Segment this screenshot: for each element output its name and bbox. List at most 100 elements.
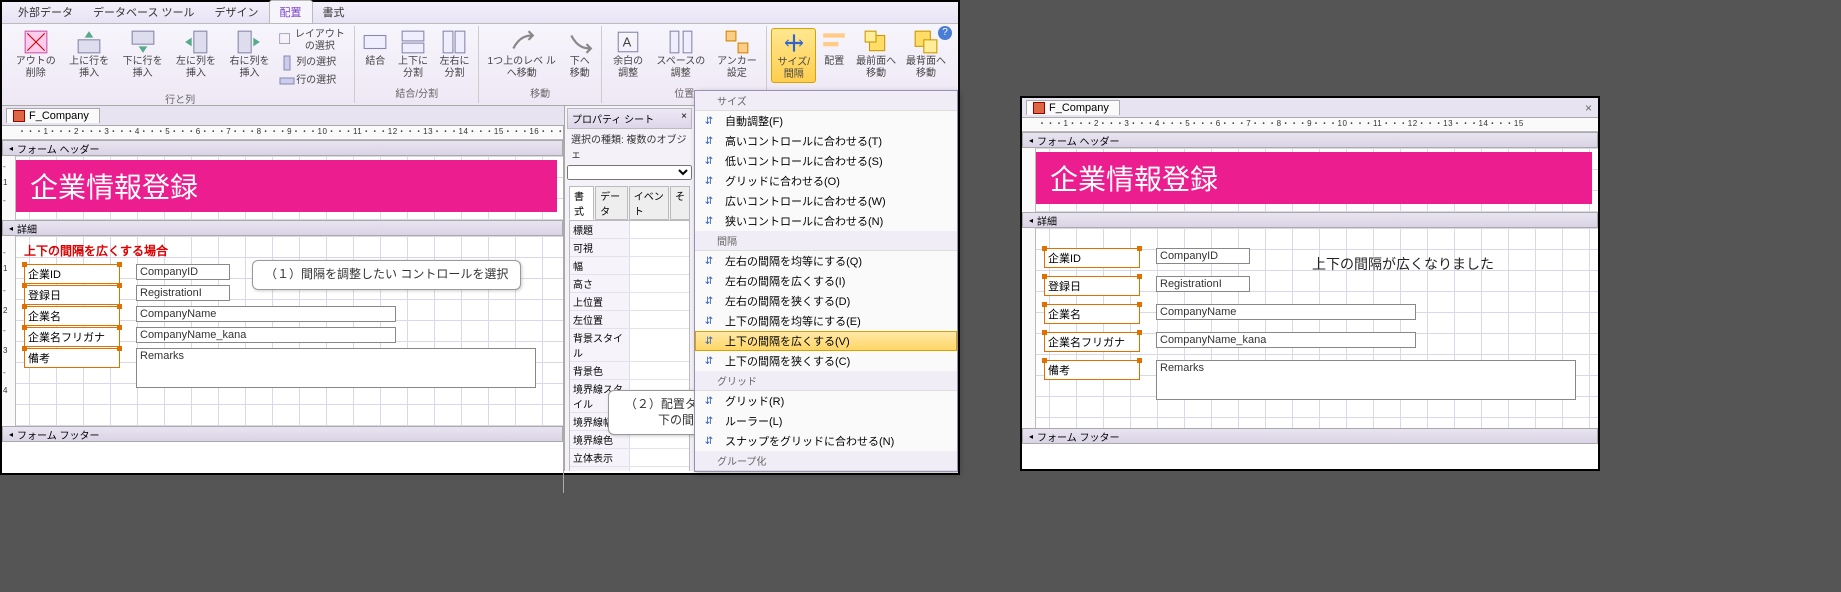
prop-tab-other[interactable]: そ (670, 186, 690, 220)
dd-item[interactable]: ⇵左右の間隔を狭くする(D) (695, 291, 957, 311)
label-company-id[interactable]: 企業ID (24, 264, 120, 284)
align-button[interactable]: 配置 (818, 28, 850, 69)
group-label-merge: 結合/分割 (395, 84, 438, 101)
move-up-level-button[interactable]: 1つ上のレベ ルへ移動 (483, 28, 560, 81)
textbox-reg-date[interactable]: RegistrationI (136, 285, 230, 301)
prop-tab-data[interactable]: データ (595, 186, 628, 220)
textbox-company-id[interactable]: CompanyID (136, 264, 230, 280)
document-tab-r[interactable]: F_Company (1026, 100, 1120, 115)
form-header-grid[interactable]: -1- 企業情報登録 (2, 156, 563, 220)
section-form-footer[interactable]: フォーム フッター (2, 426, 563, 442)
insert-row-above-button[interactable]: 上に行を 挿入 (63, 28, 114, 81)
prop-row[interactable]: 標題 (570, 221, 689, 239)
textbox-company-id-r[interactable]: CompanyID (1156, 248, 1250, 264)
anchor-button[interactable]: アンカー 設定 (712, 28, 763, 81)
annotation-red: 上下の間隔を広くする場合 (24, 242, 168, 259)
prop-row[interactable]: 左位置 (570, 311, 689, 329)
tab-arrange[interactable]: 配置 (269, 0, 313, 23)
section-detail[interactable]: 詳細 (2, 220, 563, 236)
split-h-button[interactable]: 左右に 分割 (435, 28, 474, 81)
bring-front-button[interactable]: 最前面へ 移動 (852, 28, 900, 81)
label-company-id-r[interactable]: 企業ID (1044, 248, 1140, 268)
prop-tab-format[interactable]: 書式 (569, 186, 594, 220)
insert-row-below-button[interactable]: 下に行を 挿入 (117, 28, 168, 81)
dd-item[interactable]: ⇵左右の間隔を均等にする(Q) (695, 251, 957, 271)
property-close-icon[interactable]: × (681, 111, 687, 126)
prop-row[interactable]: 幅 (570, 257, 689, 275)
section-form-header-r[interactable]: フォーム ヘッダー (1022, 132, 1598, 148)
group-merge-split: 結合 上下に 分割 左右に 分割 結合/分割 (355, 26, 479, 103)
prop-row[interactable]: 高さ (570, 275, 689, 293)
prop-row[interactable]: 背景色 (570, 362, 689, 380)
dd-item[interactable]: ⇵低いコントロールに合わせる(S) (695, 151, 957, 171)
spacing-icon: ⇵ (701, 153, 717, 169)
section-form-footer-r[interactable]: フォーム フッター (1022, 428, 1598, 444)
layout-delete-button[interactable]: アウトの 削除 (10, 28, 61, 81)
spacing-icon: ⇵ (701, 133, 717, 149)
dd-item[interactable]: ⇵上下の間隔を均等にする(E) (695, 311, 957, 331)
row-select-button[interactable]: 行の選択 (277, 72, 350, 90)
spacing-icon: ⇵ (701, 113, 717, 129)
close-icon-r[interactable]: × (1585, 101, 1592, 115)
label-remarks-r[interactable]: 備考 (1044, 360, 1140, 380)
dd-item[interactable]: ⇵グリッドに合わせる(O) (695, 171, 957, 191)
label-company-name-r[interactable]: 企業名 (1044, 304, 1140, 324)
margin-button[interactable]: A余白の 調整 (606, 28, 650, 81)
textbox-remarks[interactable]: Remarks (136, 348, 536, 388)
property-object-select[interactable] (567, 165, 692, 180)
tab-design[interactable]: デザイン (205, 1, 269, 23)
spacing-button[interactable]: スペースの 調整 (652, 28, 709, 81)
label-reg-date[interactable]: 登録日 (24, 285, 120, 305)
dd-item[interactable]: ⇵高いコントロールに合わせる(T) (695, 131, 957, 151)
tab-format[interactable]: 書式 (313, 1, 355, 23)
prop-row[interactable]: 上位置 (570, 293, 689, 311)
help-icon[interactable]: ? (938, 26, 952, 40)
dd-item[interactable]: ⇵狭いコントロールに合わせる(N) (695, 211, 957, 231)
insert-col-right-button[interactable]: 右に列を 挿入 (224, 28, 275, 81)
label-company-name[interactable]: 企業名 (24, 306, 120, 326)
prop-row[interactable]: 立体表示 (570, 449, 689, 467)
callout-1: （１）間隔を調整したい コントロールを選択 (252, 260, 521, 290)
split-v-button[interactable]: 上下に 分割 (393, 28, 432, 81)
label-reg-date-r[interactable]: 登録日 (1044, 276, 1140, 296)
prop-row[interactable]: 背景スタイル (570, 329, 689, 362)
dd-item[interactable]: ⇵スナップをグリッドに合わせる(N) (695, 431, 957, 451)
label-company-kana-r[interactable]: 企業名フリガナ (1044, 332, 1140, 352)
textbox-company-name-r[interactable]: CompanyName (1156, 304, 1416, 320)
merge-button[interactable]: 結合 (359, 28, 391, 69)
textbox-remarks-r[interactable]: Remarks (1156, 360, 1576, 400)
dd-item[interactable]: ⇵上下の間隔を広くする(V) (695, 331, 957, 351)
tab-db-tools[interactable]: データベース ツール (83, 1, 205, 23)
spacing-icon: ⇵ (701, 413, 717, 429)
form-detail-grid-r[interactable]: 企業ID 登録日 企業名 企業名フリガナ 備考 CompanyID Regist… (1022, 228, 1598, 428)
insert-col-left-button[interactable]: 左に列を 挿入 (170, 28, 221, 81)
prop-row[interactable]: フォント名 (570, 467, 689, 471)
dd-item[interactable]: ⇵グリッド(R) (695, 391, 957, 411)
textbox-company-name[interactable]: CompanyName (136, 306, 396, 322)
label-remarks[interactable]: 備考 (24, 348, 120, 368)
layout-select-button[interactable]: レイアウトの選択 (277, 28, 350, 54)
prop-row[interactable]: 可視 (570, 239, 689, 257)
textbox-reg-date-r[interactable]: RegistrationI (1156, 276, 1250, 292)
prop-tab-event[interactable]: イベント (629, 186, 669, 220)
col-select-button[interactable]: 列の選択 (277, 54, 350, 72)
size-space-button[interactable]: サイズ/ 間隔 (771, 28, 816, 83)
tab-external-data[interactable]: 外部データ (8, 1, 83, 23)
move-down-button[interactable]: 下へ移動 (562, 28, 597, 81)
section-form-header[interactable]: フォーム ヘッダー (2, 140, 563, 156)
label-company-kana[interactable]: 企業名フリガナ (24, 327, 120, 347)
spacing-icon: ⇵ (701, 433, 717, 449)
section-detail-r[interactable]: 詳細 (1022, 212, 1598, 228)
dd-item[interactable]: ⇵自動調整(F) (695, 111, 957, 131)
dd-item[interactable]: ⇵左右の間隔を広くする(I) (695, 271, 957, 291)
dd-item[interactable]: ⇵ルーラー(L) (695, 411, 957, 431)
title-label[interactable]: 企業情報登録 (16, 160, 557, 212)
form-detail-grid[interactable]: -1-2-3-4 上下の間隔を広くする場合 企業ID 登録日 企業名 企業名フリ… (2, 236, 563, 426)
form-header-grid-r[interactable]: 企業情報登録 (1022, 148, 1598, 212)
dd-item[interactable]: ⇵上下の間隔を狭くする(C) (695, 351, 957, 371)
textbox-company-kana[interactable]: CompanyName_kana (136, 327, 396, 343)
document-tab[interactable]: F_Company (6, 108, 100, 123)
title-label-r[interactable]: 企業情報登録 (1036, 152, 1592, 204)
dd-item[interactable]: ⇵広いコントロールに合わせる(W) (695, 191, 957, 211)
textbox-company-kana-r[interactable]: CompanyName_kana (1156, 332, 1416, 348)
